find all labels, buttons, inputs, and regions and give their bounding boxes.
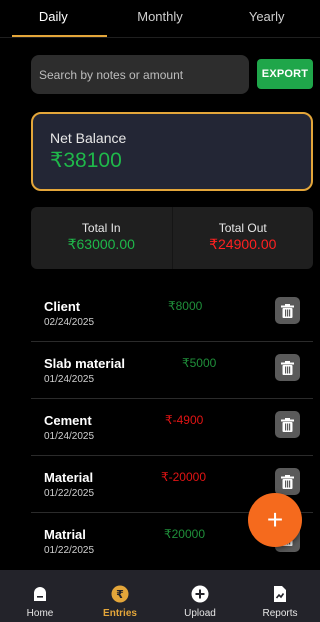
nav-label-home: Home xyxy=(26,608,54,619)
nav-item-home[interactable]: Home xyxy=(0,570,80,622)
tab-daily[interactable]: Daily xyxy=(0,0,107,37)
upload-icon xyxy=(190,584,210,604)
entry-name: Matrial xyxy=(44,527,86,542)
trash-icon xyxy=(281,360,294,375)
entry-amount: ₹-4900 xyxy=(165,413,204,427)
svg-text:₹: ₹ xyxy=(116,588,124,601)
entry-amount: ₹20000 xyxy=(164,527,206,541)
search-box xyxy=(31,55,249,94)
totals-card: Total In ₹63000.00 Total Out ₹24900.00 xyxy=(31,207,313,269)
total-out-value: ₹24900.00 xyxy=(209,236,277,252)
total-out-label: Total Out xyxy=(218,221,267,235)
nav-label-reports: Reports xyxy=(262,608,298,619)
entry-date: 01/24/2025 xyxy=(44,431,95,442)
entry-name: Slab material xyxy=(44,356,125,371)
total-in-label: Total In xyxy=(81,221,121,235)
delete-button[interactable] xyxy=(275,411,300,438)
entry-date: 02/24/2025 xyxy=(44,317,95,328)
total-out-section: Total Out ₹24900.00 xyxy=(171,207,314,269)
entry-row[interactable]: Cement 01/24/2025 ₹-4900 xyxy=(31,399,313,456)
nav-label-upload: Upload xyxy=(184,608,216,619)
entry-row[interactable]: Slab material 01/24/2025 ₹5000 xyxy=(31,342,313,399)
home-icon xyxy=(30,584,50,604)
nav-item-reports[interactable]: Reports xyxy=(240,570,320,622)
report-icon xyxy=(270,584,290,604)
entry-date: 01/24/2025 xyxy=(44,374,95,385)
trash-icon xyxy=(281,303,294,318)
tab-yearly[interactable]: Yearly xyxy=(213,0,320,37)
entry-date: 01/22/2025 xyxy=(44,488,95,499)
entry-date: 01/22/2025 xyxy=(44,545,95,553)
entry-name: Client xyxy=(44,299,81,314)
entry-amount: ₹8000 xyxy=(168,299,203,313)
nav-item-upload[interactable]: Upload xyxy=(160,570,240,622)
net-balance-card: Net Balance ₹38100 xyxy=(31,112,313,191)
plus-icon: + xyxy=(266,504,284,535)
total-in-section: Total In ₹63000.00 xyxy=(31,207,172,269)
delete-button[interactable] xyxy=(275,354,300,381)
trash-icon xyxy=(281,417,294,432)
entry-name: Material xyxy=(44,470,94,485)
add-entry-button[interactable]: + xyxy=(248,493,302,547)
entry-amount: ₹-20000 xyxy=(161,470,206,484)
total-in-value: ₹63000.00 xyxy=(67,236,135,252)
search-input[interactable] xyxy=(39,67,249,82)
nav-item-entries[interactable]: ₹ Entries xyxy=(80,570,160,622)
net-balance-label: Net Balance xyxy=(50,130,127,146)
tab-monthly[interactable]: Monthly xyxy=(107,0,214,37)
rupee-icon: ₹ xyxy=(110,584,130,604)
period-tabs: Daily Monthly Yearly xyxy=(0,0,320,38)
entry-amount: ₹5000 xyxy=(182,356,217,370)
trash-icon xyxy=(281,474,294,489)
entry-name: Cement xyxy=(44,413,92,428)
net-balance-value: ₹38100 xyxy=(50,149,122,172)
delete-button[interactable] xyxy=(275,297,300,324)
search-row: EXPORT xyxy=(31,55,313,94)
delete-button[interactable] xyxy=(275,468,300,495)
bottom-nav: Home ₹ Entries Upload Reports xyxy=(0,570,320,622)
entry-row[interactable]: Client 02/24/2025 ₹8000 xyxy=(31,285,313,342)
nav-label-entries: Entries xyxy=(103,608,137,619)
export-button[interactable]: EXPORT xyxy=(257,59,313,89)
